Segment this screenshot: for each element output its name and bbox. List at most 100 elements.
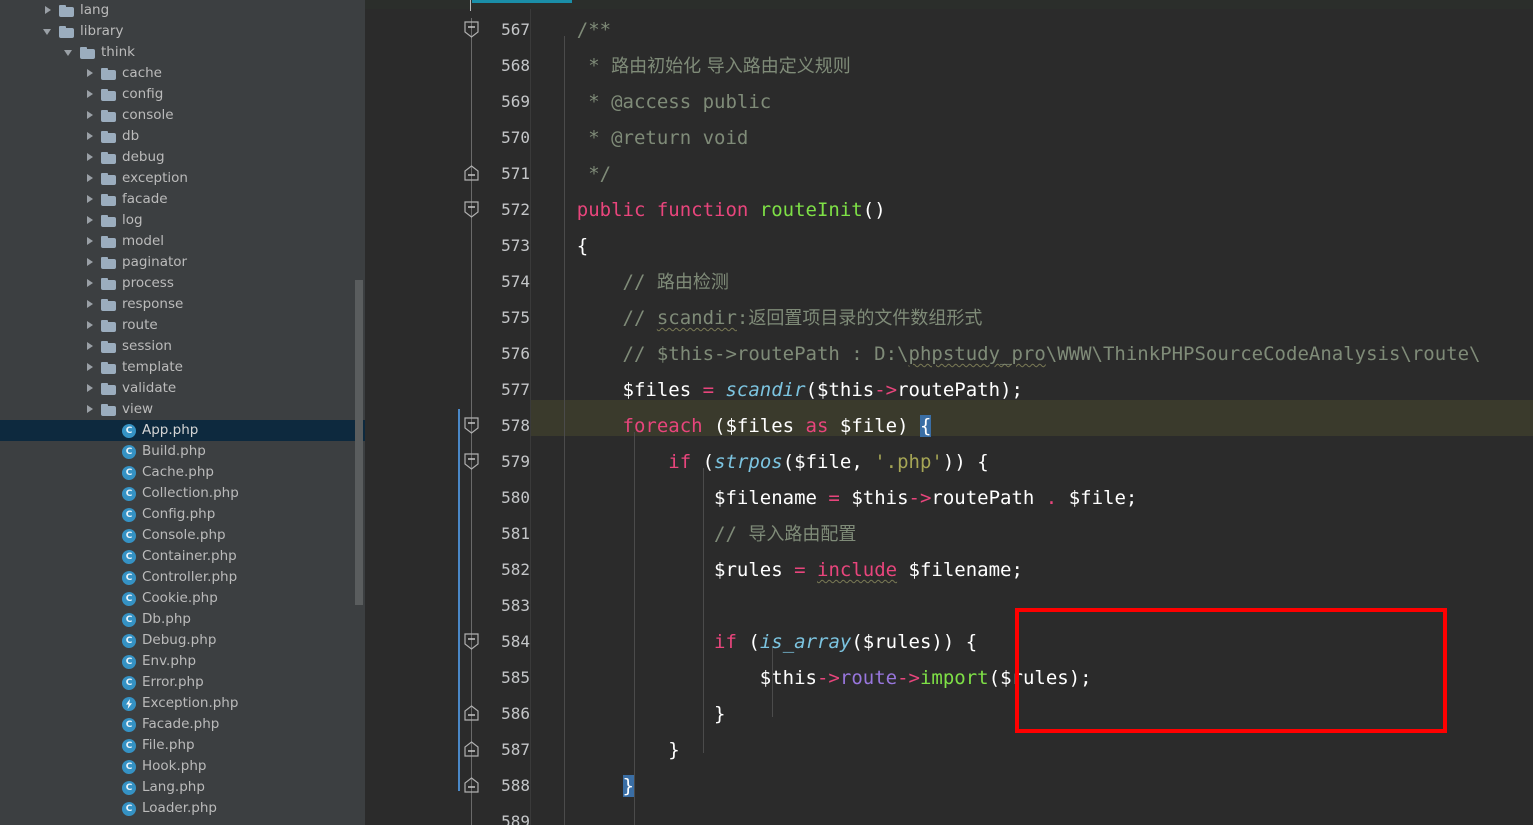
fold-collapse-down-icon[interactable]	[464, 417, 479, 434]
code-line[interactable]: $files = scandir($this->routePath);	[531, 372, 1533, 408]
tree-item-folder-template[interactable]: template	[0, 357, 365, 378]
tree-item-folder-paginator[interactable]: paginator	[0, 252, 365, 273]
tree-item-folder-config[interactable]: config	[0, 84, 365, 105]
chevron-right-icon[interactable]	[85, 68, 96, 79]
tree-item-folder-log[interactable]: log	[0, 210, 365, 231]
tree-item-folder-validate[interactable]: validate	[0, 378, 365, 399]
fold-collapse-down-icon[interactable]	[464, 633, 479, 650]
tree-item-file-App.php[interactable]: C App.php	[0, 420, 365, 441]
tree-item-folder-route[interactable]: route	[0, 315, 365, 336]
tree-item-file-Console.php[interactable]: C Console.php	[0, 525, 365, 546]
code-line[interactable]	[531, 588, 1533, 624]
tree-item-file-File.php[interactable]: C File.php	[0, 735, 365, 756]
fold-collapse-up-icon[interactable]	[464, 165, 479, 182]
tree-item-folder-session[interactable]: session	[0, 336, 365, 357]
tree-item-folder-model[interactable]: model	[0, 231, 365, 252]
chevron-right-icon[interactable]	[85, 215, 96, 226]
chevron-down-icon[interactable]	[64, 47, 75, 58]
tree-item-file-Build.php[interactable]: C Build.php	[0, 441, 365, 462]
code-line[interactable]: * @return void	[531, 120, 1533, 156]
tree-item-folder-think[interactable]: think	[0, 42, 365, 63]
code-line[interactable]: }	[531, 768, 1533, 804]
tree-item-file-Db.php[interactable]: C Db.php	[0, 609, 365, 630]
tree-item-folder-exception[interactable]: exception	[0, 168, 365, 189]
chevron-right-icon[interactable]	[85, 152, 96, 163]
code-line[interactable]: // $this->routePath : D:\phpstudy_pro\WW…	[531, 336, 1533, 372]
chevron-right-icon[interactable]	[85, 236, 96, 247]
chevron-right-icon[interactable]	[85, 383, 96, 394]
tree-item-file-Exception.php[interactable]: Exception.php	[0, 693, 365, 714]
tree-item-folder-view[interactable]: view	[0, 399, 365, 420]
chevron-right-icon[interactable]	[85, 257, 96, 268]
tree-item-file-Controller.php[interactable]: C Controller.php	[0, 567, 365, 588]
chevron-right-icon[interactable]	[85, 320, 96, 331]
chevron-right-icon[interactable]	[85, 278, 96, 289]
tree-item-folder-db[interactable]: db	[0, 126, 365, 147]
tree-item-file-Cache.php[interactable]: C Cache.php	[0, 462, 365, 483]
tree-item-folder-library[interactable]: library	[0, 21, 365, 42]
tree-item-folder-facade[interactable]: facade	[0, 189, 365, 210]
fold-collapse-down-icon[interactable]	[464, 453, 479, 470]
tree-item-file-Container.php[interactable]: C Container.php	[0, 546, 365, 567]
chevron-down-icon[interactable]	[43, 26, 54, 37]
chevron-right-icon[interactable]	[43, 5, 54, 16]
fold-collapse-up-icon[interactable]	[464, 705, 479, 722]
tree-item-file-Collection.php[interactable]: C Collection.php	[0, 483, 365, 504]
tree-item-file-Cookie.php[interactable]: C Cookie.php	[0, 588, 365, 609]
tree-item-file-Env.php[interactable]: C Env.php	[0, 651, 365, 672]
project-tree-scrollbar[interactable]	[355, 280, 363, 605]
code-line[interactable]: if (strpos($file, '.php')) {	[531, 444, 1533, 480]
code-line[interactable]: }	[531, 732, 1533, 768]
code-line[interactable]: $filename = $this->routePath . $file;	[531, 480, 1533, 516]
chevron-right-icon[interactable]	[85, 362, 96, 373]
code-line[interactable]: $this->route->import($rules);	[531, 660, 1533, 696]
tree-item-folder-console[interactable]: console	[0, 105, 365, 126]
project-tree-panel[interactable]: lang library think cache config console db debu…	[0, 0, 365, 825]
folder-icon	[101, 67, 116, 80]
chevron-right-icon[interactable]	[85, 404, 96, 415]
code-editor[interactable]: 567 568 569 570 571 572 573 574 575 576 577 578 579 5…	[365, 0, 1533, 825]
php-class-icon: C	[122, 507, 136, 522]
chevron-right-icon[interactable]	[85, 173, 96, 184]
chevron-right-icon[interactable]	[85, 89, 96, 100]
fold-collapse-up-icon[interactable]	[464, 777, 479, 794]
tree-item-folder-lang[interactable]: lang	[0, 0, 365, 21]
chevron-right-icon[interactable]	[85, 131, 96, 142]
code-line[interactable]: * @access public	[531, 84, 1533, 120]
fold-collapse-down-icon[interactable]	[464, 21, 479, 38]
code-line[interactable]: public function routeInit()	[531, 192, 1533, 228]
fold-collapse-down-icon[interactable]	[464, 201, 479, 218]
code-line[interactable]: if (is_array($rules)) {	[531, 624, 1533, 660]
editor-gutter[interactable]: 567 568 569 570 571 572 573 574 575 576 577 578 579 5…	[365, 9, 530, 825]
tree-item-file-Facade.php[interactable]: C Facade.php	[0, 714, 365, 735]
chevron-right-icon[interactable]	[85, 341, 96, 352]
code-line[interactable]: foreach ($files as $file) {	[531, 408, 1533, 444]
code-line[interactable]: // scandir:返回置项目录的文件数组形式	[531, 300, 1533, 336]
code-line[interactable]: {	[531, 228, 1533, 264]
chevron-right-icon[interactable]	[85, 110, 96, 121]
tree-item-folder-process[interactable]: process	[0, 273, 365, 294]
code-line[interactable]: // 导入路由配置	[531, 516, 1533, 552]
tree-item-file-Config.php[interactable]: C Config.php	[0, 504, 365, 525]
code-line[interactable]: * 路由初始化 导入路由定义规则	[531, 48, 1533, 84]
code-text-area[interactable]: /** * 路由初始化 导入路由定义规则 * @access public * …	[531, 9, 1533, 825]
tree-item-file-Hook.php[interactable]: C Hook.php	[0, 756, 365, 777]
code-line[interactable]: // 路由检测	[531, 264, 1533, 300]
code-line[interactable]	[531, 804, 1533, 825]
tree-item-folder-cache[interactable]: cache	[0, 63, 365, 84]
tree-item-file-Debug.php[interactable]: C Debug.php	[0, 630, 365, 651]
code-line[interactable]: */	[531, 156, 1533, 192]
chevron-right-icon[interactable]	[85, 194, 96, 205]
tree-item-file-Lang.php[interactable]: C Lang.php	[0, 777, 365, 798]
tree-item-folder-response[interactable]: response	[0, 294, 365, 315]
code-line[interactable]: /**	[531, 12, 1533, 48]
code-line[interactable]: $rules = include $filename;	[531, 552, 1533, 588]
fold-collapse-up-icon[interactable]	[464, 741, 479, 758]
tree-item-file-Loader.php[interactable]: C Loader.php	[0, 798, 365, 819]
tree-item-file-Error.php[interactable]: C Error.php	[0, 672, 365, 693]
chevron-right-icon[interactable]	[85, 299, 96, 310]
tree-item-folder-debug[interactable]: debug	[0, 147, 365, 168]
code-line[interactable]: }	[531, 696, 1533, 732]
